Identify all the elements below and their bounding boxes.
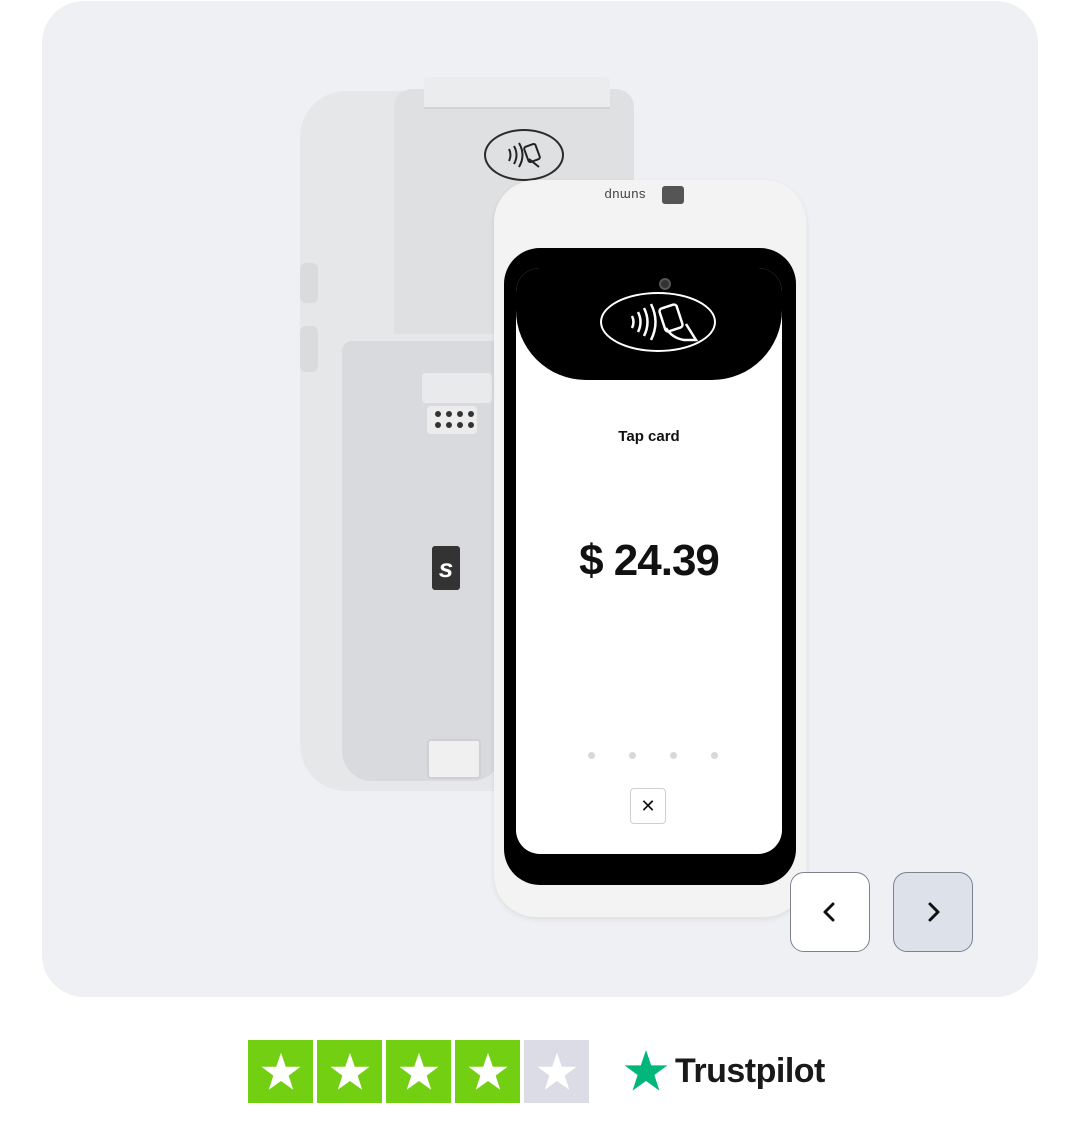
tap-card-prompt: Tap card [618, 428, 680, 445]
side-button [300, 326, 318, 372]
payment-amount: $ 24.39 [579, 536, 720, 585]
trustpilot-logo: Trustpilot [621, 1047, 825, 1095]
brand-label: sumup [604, 188, 646, 203]
contactless-icon [484, 129, 564, 181]
trustpilot-rating[interactable]: Trustpilot [248, 1039, 825, 1103]
chevron-right-icon [928, 902, 940, 922]
terminal-screen: Tap card $ 24.39 ✕ [516, 268, 782, 854]
camera [659, 278, 671, 290]
screen-header [516, 268, 782, 380]
speaker-grille [427, 406, 477, 434]
next-image-button[interactable] [893, 872, 973, 952]
rating-star [248, 1039, 313, 1103]
side-button [300, 263, 318, 303]
screen-bezel: Tap card $ 24.39 ✕ [504, 248, 796, 885]
receipt-slot [424, 77, 610, 109]
sumup-logo [662, 186, 684, 204]
product-image-gallery: s sumup Tap card $ 24.39 ✕ [42, 1, 1038, 997]
battery-cover [342, 341, 502, 781]
terminal-front-view: sumup Tap card $ 24.39 ✕ [494, 180, 806, 917]
cancel-button: ✕ [630, 788, 666, 824]
rating-star [455, 1039, 520, 1103]
sumup-logo: s [432, 546, 460, 590]
rating-star [524, 1039, 589, 1103]
card-slot [422, 373, 492, 403]
charging-port [427, 739, 481, 779]
previous-image-button[interactable] [790, 872, 870, 952]
chevron-left-icon [823, 902, 835, 922]
pin-indicator [588, 752, 718, 760]
star-rating [248, 1039, 589, 1103]
trustpilot-name: Trustpilot [675, 1051, 825, 1090]
trustpilot-star-icon [624, 1050, 668, 1091]
contactless-icon [600, 292, 716, 352]
rating-star [317, 1039, 382, 1103]
rating-star [386, 1039, 451, 1103]
